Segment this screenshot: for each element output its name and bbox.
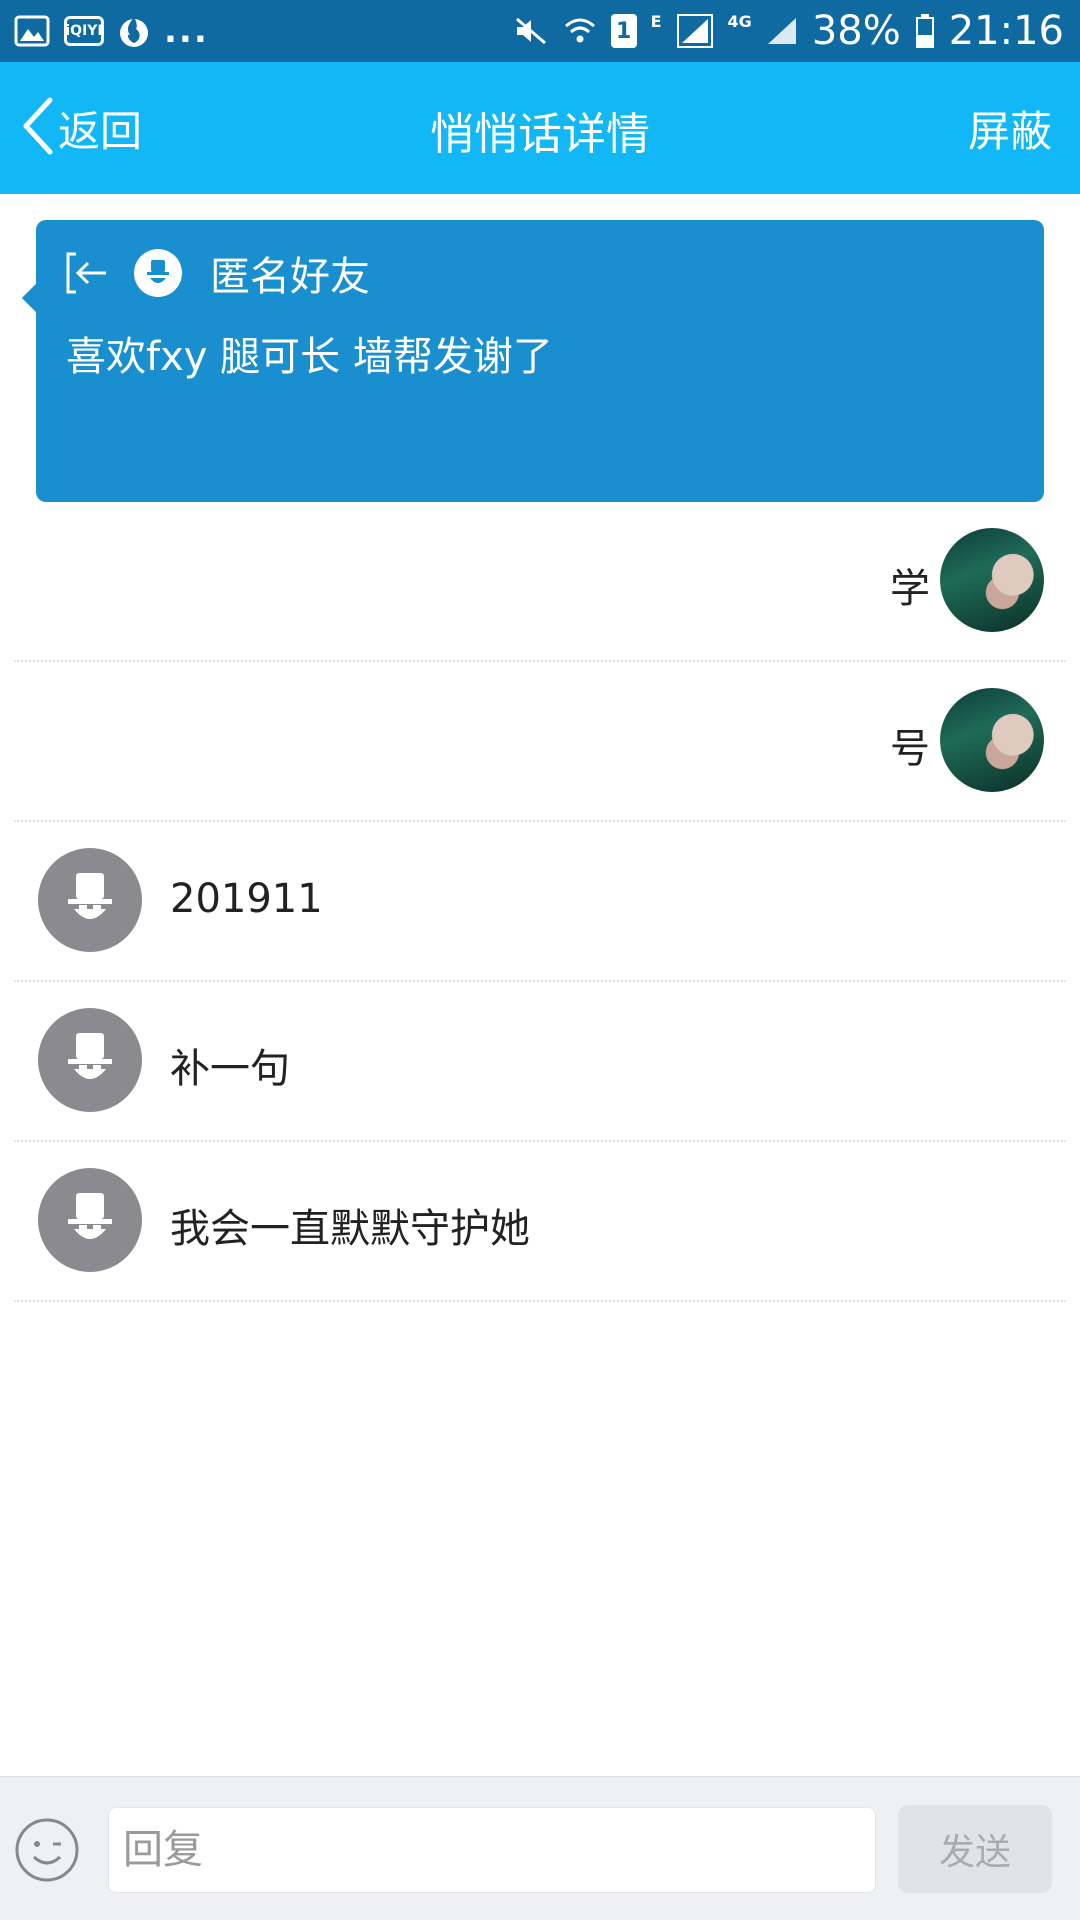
iqiyi-icon: iQIYI [64,16,104,46]
message-text: 补一句 [170,1046,290,1092]
signal-icon [676,13,714,49]
flame-app-icon [118,13,150,49]
block-button[interactable]: 屏蔽 [968,98,1052,159]
battery-percent: 38% [811,8,901,54]
message-text: 我会一直默默守护她 [170,1206,530,1252]
anonymous-icon [134,249,182,297]
message-text: 号 [890,726,930,772]
message-text: 201911 [170,876,323,922]
anonymous-avatar-icon [38,1008,142,1112]
network-e-label: E [650,11,662,31]
emoji-icon[interactable] [14,1817,80,1883]
list-item: 201911 [14,822,1066,982]
list-item: 我会一直默默守护她 [14,1142,1066,1302]
title-bar: 返回 悄悄话详情 屏蔽 [0,62,1080,194]
wifi-icon [563,14,597,48]
avatar[interactable] [940,528,1044,632]
reply-input[interactable] [108,1807,876,1893]
mute-icon [513,15,549,47]
list-item: 补一句 [14,982,1066,1142]
message-text: 学 [890,566,930,612]
card-sender: 匿名好友 [210,254,370,300]
avatar[interactable] [940,688,1044,792]
card-message: 喜欢fxy 腿可长 墙帮发谢了 [66,334,553,380]
list-item: 学 [14,502,1066,662]
reply-composer: 发送 [0,1776,1080,1920]
network-4g-label: 4G [727,11,752,31]
clock: 21:16 [948,8,1064,54]
send-button[interactable]: 发送 [898,1805,1052,1893]
reply-arrow-icon[interactable] [64,250,110,296]
sim-icon: 1 [610,14,637,48]
gallery-icon [14,15,50,47]
battery-icon [915,13,935,49]
anonymous-avatar-icon [38,848,142,952]
page-title: 悄悄话详情 [430,109,650,160]
anonymous-avatar-icon [38,1168,142,1272]
list-item: 号 [14,662,1066,822]
more-notifications: ... [164,11,209,51]
secret-message-card: 匿名好友 喜欢fxy 腿可长 墙帮发谢了 [36,220,1044,502]
status-bar: iQIYI ... 1 E 4G 38% 21:16 [0,0,1080,62]
signal-strength-icon [766,16,798,46]
